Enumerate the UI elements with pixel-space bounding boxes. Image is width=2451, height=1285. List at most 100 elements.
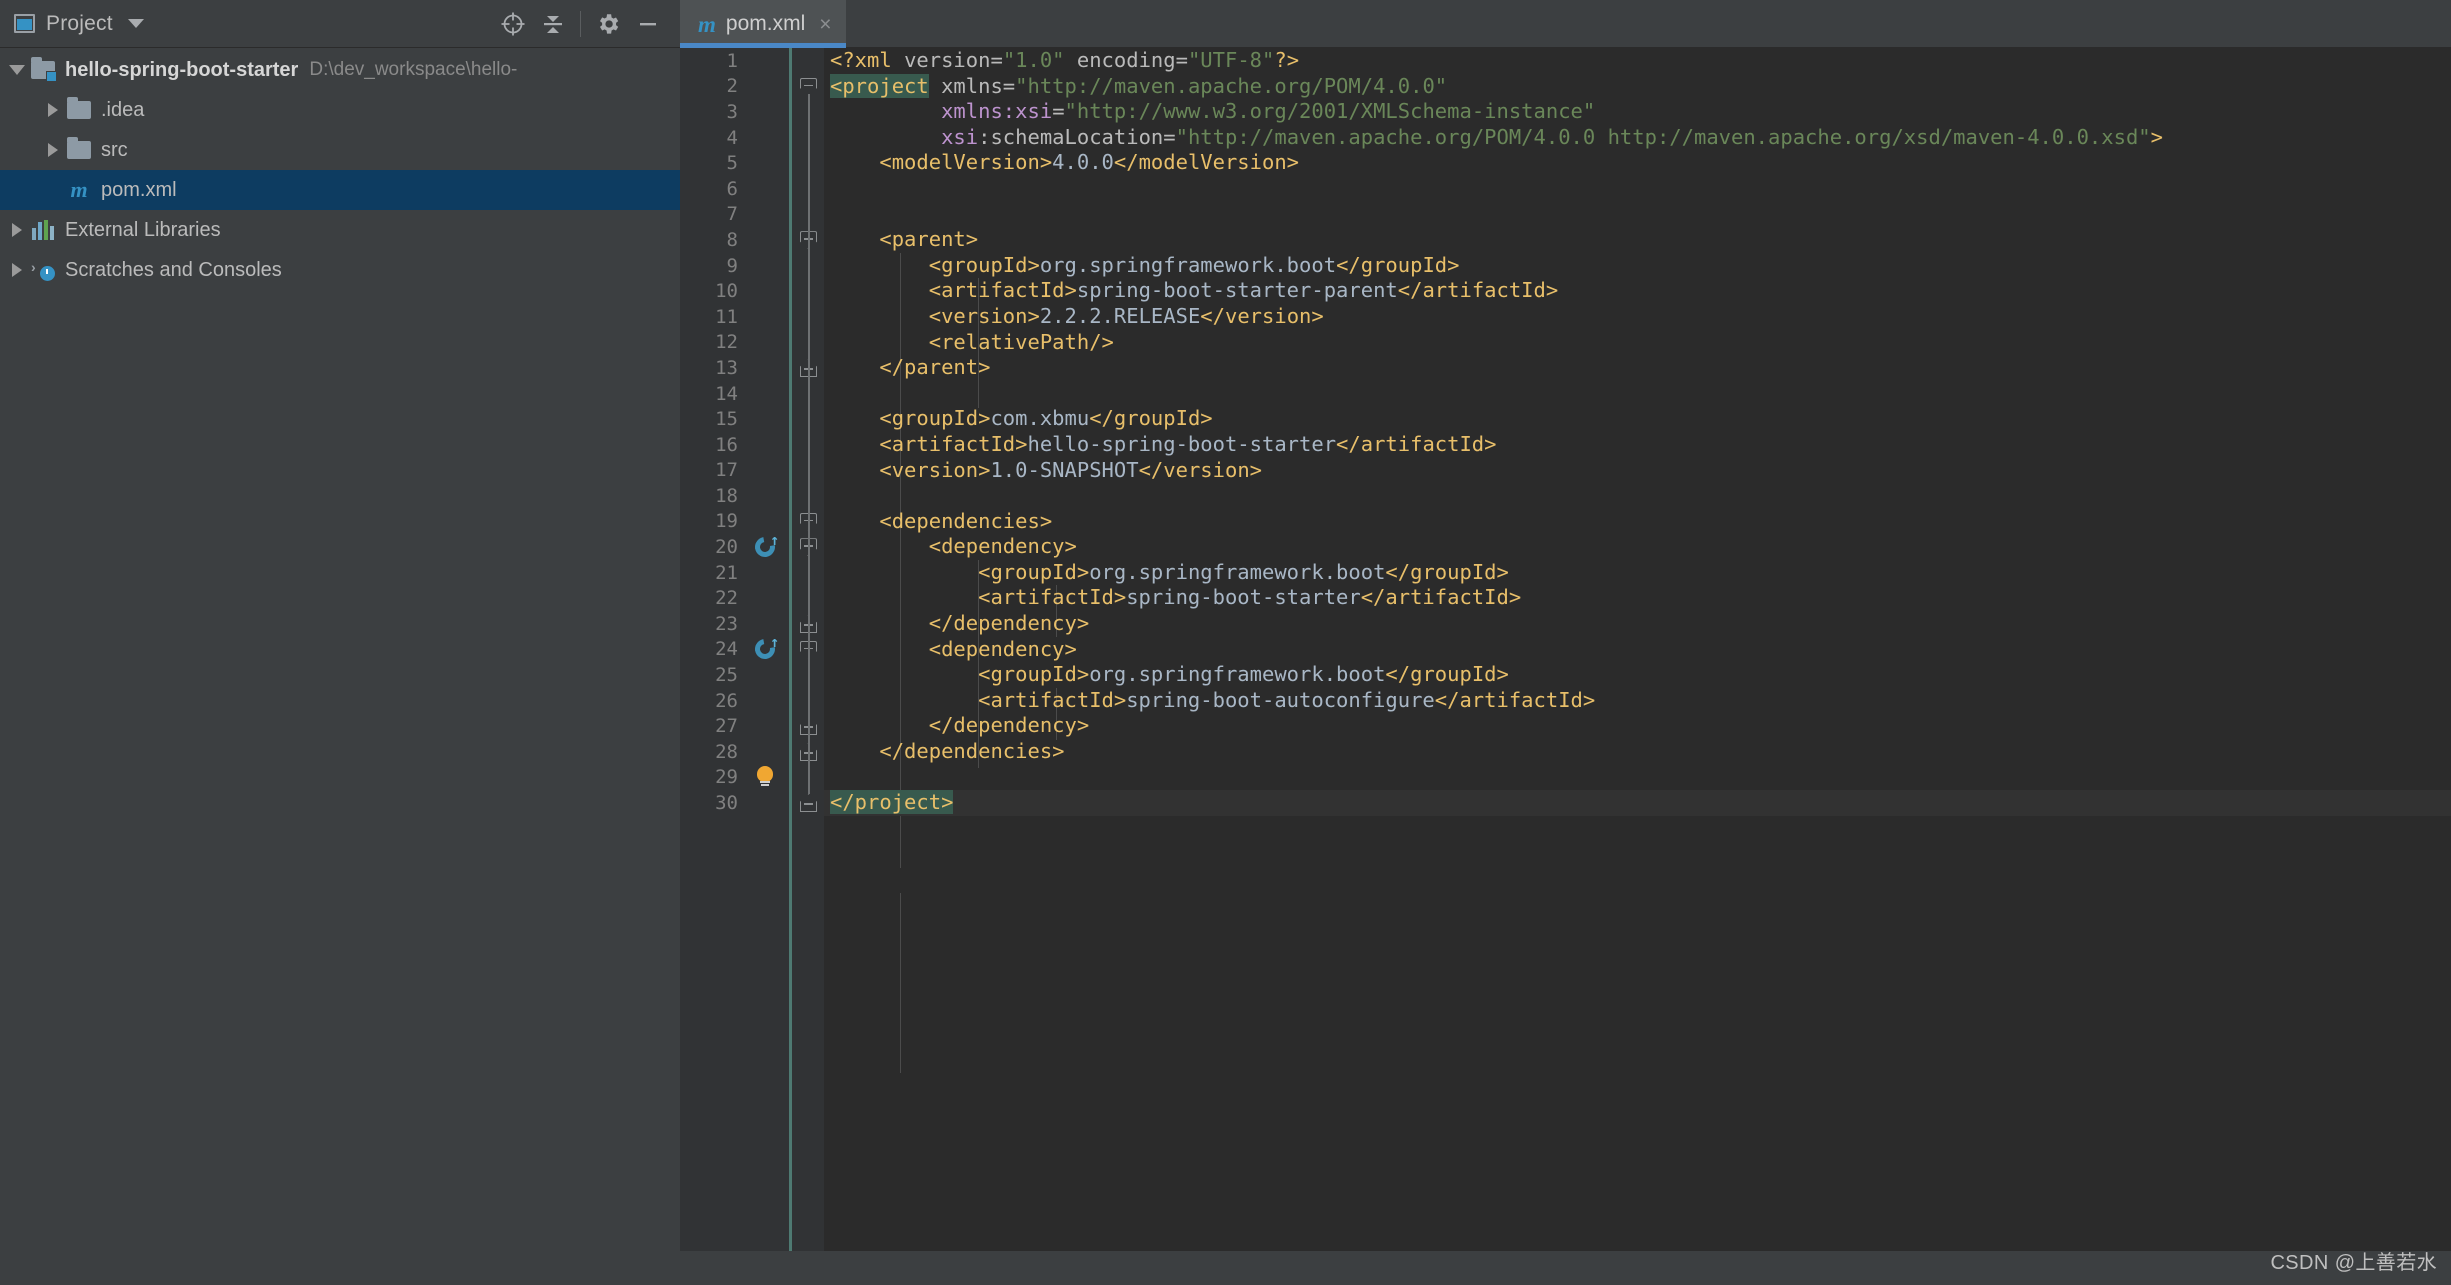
gutter-line: 21 [680,560,792,586]
code-line[interactable]: <artifactId>spring-boot-starter-parent</… [824,278,2451,304]
gutter-icon-slot [742,713,788,739]
project-toolwindow-header: Project [0,0,680,48]
line-number: 12 [715,331,738,354]
code-line[interactable]: </dependency> [824,611,2451,637]
toolbar-separator [580,10,581,37]
code-line[interactable]: xmlns:xsi="http://www.w3.org/2001/XMLSch… [824,99,2451,125]
code-line[interactable]: <artifactId>hello-spring-boot-starter</a… [824,432,2451,458]
code-line[interactable] [824,765,2451,791]
editor-bottom-strip [680,1251,2451,1285]
line-number: 22 [715,587,738,610]
gutter-icon-slot [742,790,788,816]
editor-gutter[interactable]: 1 2 3 4 5 6 7 8 9 10 11 12 13 14 15 16 17 18 19 20 ↑ 21 22 23 24… [680,48,792,1285]
chevron-right-icon[interactable] [6,210,28,250]
gutter-icon-slot [742,381,788,407]
fold-range-line [808,247,810,360]
gutter-line: 20 ↑ [680,533,792,562]
code-line[interactable]: </project> [824,790,2451,816]
code-line[interactable]: <groupId>org.springframework.boot</group… [824,662,2451,688]
gutter-line: 13 [680,355,792,381]
collapse-all-icon[interactable] [533,4,573,44]
line-number: 6 [726,177,738,200]
chevron-down-icon[interactable] [127,19,144,28]
tree-item-external-libraries[interactable]: External Libraries [0,210,680,250]
locate-icon[interactable] [493,4,533,44]
gutter-line: 1 [680,48,792,74]
chevron-right-icon[interactable] [42,130,64,170]
code-line[interactable]: <groupId>com.xbmu</groupId> [824,406,2451,432]
gutter-icon-slot [742,355,788,381]
tab-pom-xml[interactable]: m pom.xml × [680,0,846,48]
line-number: 19 [715,510,738,533]
gutter-icon-slot [742,304,788,330]
top-row: Project m pom.xml × [0,0,2451,48]
tree-item-path: D:\dev_workspace\hello- [309,59,518,80]
line-number: 28 [715,740,738,763]
tree-item-label: .idea [101,98,145,121]
maven-dependency-icon[interactable]: ↑ [742,533,788,562]
code-line[interactable]: </parent> [824,355,2451,381]
gutter-icon-slot [742,125,788,151]
tree-item-idea[interactable]: .idea [0,90,680,130]
code-line[interactable]: </dependency> [824,713,2451,739]
scratches-icon: › [28,250,58,290]
chevron-right-icon[interactable] [42,90,64,130]
code-line[interactable]: <dependencies> [824,509,2451,535]
code-line[interactable]: <relativePath/> [824,330,2451,356]
code-line[interactable] [824,176,2451,202]
line-number: 23 [715,612,738,635]
code-line[interactable] [824,381,2451,407]
project-toolwindow-title[interactable]: Project [14,12,144,36]
code-content[interactable]: <?xml version="1.0" encoding="UTF-8"?> <p… [824,48,2451,1285]
code-line[interactable]: <dependency> [824,534,2451,560]
watermark: CSDN @上善若水 [2270,1252,2437,1274]
line-number: 27 [715,715,738,738]
gutter-line: 7 [680,202,792,228]
tree-item-src[interactable]: src [0,130,680,170]
gutter-icon-slot [742,74,788,100]
code-line[interactable]: xsi:schemaLocation="http://maven.apache.… [824,125,2451,151]
project-tree[interactable]: hello-spring-boot-starter D:\dev_workspac… [0,48,680,1285]
tree-item-label: hello-spring-boot-starter [65,58,299,81]
chevron-down-icon[interactable] [6,50,28,90]
code-line[interactable] [824,483,2451,509]
fold-collapse-icon[interactable] [800,794,817,813]
code-line[interactable]: <version>2.2.2.RELEASE</version> [824,304,2451,330]
code-editor[interactable]: 1 2 3 4 5 6 7 8 9 10 11 12 13 14 15 16 17 18 19 20 ↑ 21 22 23 24… [680,48,2451,1285]
code-line[interactable] [824,202,2451,228]
chevron-right-icon[interactable] [6,250,28,290]
code-line[interactable]: <parent> [824,227,2451,253]
code-line[interactable]: <groupId>org.springframework.boot</group… [824,560,2451,586]
gutter-icon-slot [742,432,788,458]
body-row: hello-spring-boot-starter D:\dev_workspac… [0,48,2451,1285]
minimize-icon[interactable] [628,4,668,44]
code-line[interactable]: <project xmlns="http://maven.apache.org/… [824,73,2451,100]
editor-tab-bar: m pom.xml × [680,0,2451,48]
code-line[interactable]: <groupId>org.springframework.boot</group… [824,253,2451,279]
gutter-icon-slot [742,406,788,432]
code-line[interactable]: <modelVersion>4.0.0</modelVersion> [824,150,2451,176]
gutter-line: 4 [680,125,792,151]
tree-item-scratches[interactable]: › Scratches and Consoles [0,250,680,290]
gutter-line: 17 [680,458,792,484]
project-root[interactable]: hello-spring-boot-starter D:\dev_workspac… [0,50,680,90]
code-line[interactable]: </dependencies> [824,739,2451,765]
code-line[interactable]: <dependency> [824,637,2451,663]
code-folding-ribbon[interactable] [792,48,824,1285]
close-icon[interactable]: × [819,14,831,35]
maven-dependency-icon[interactable]: ↑ [742,635,788,664]
gutter-line: 25 [680,662,792,688]
code-line[interactable]: <?xml version="1.0" encoding="UTF-8"?> [824,48,2451,74]
intention-bulb-icon[interactable] [742,765,788,791]
tree-item-pom[interactable]: m pom.xml [0,170,680,210]
gutter-icon-slot [742,99,788,125]
gutter-icon-slot [742,688,788,714]
gear-icon[interactable] [588,4,628,44]
code-line[interactable]: <artifactId>spring-boot-autoconfigure</a… [824,688,2451,714]
toolwindow-actions [493,4,668,44]
gutter-line: 8 [680,227,792,253]
code-line[interactable]: <version>1.0-SNAPSHOT</version> [824,458,2451,484]
project-label: Project [46,11,113,35]
code-line[interactable]: <artifactId>spring-boot-starter</artifac… [824,585,2451,611]
gutter-line: 18 [680,483,792,509]
